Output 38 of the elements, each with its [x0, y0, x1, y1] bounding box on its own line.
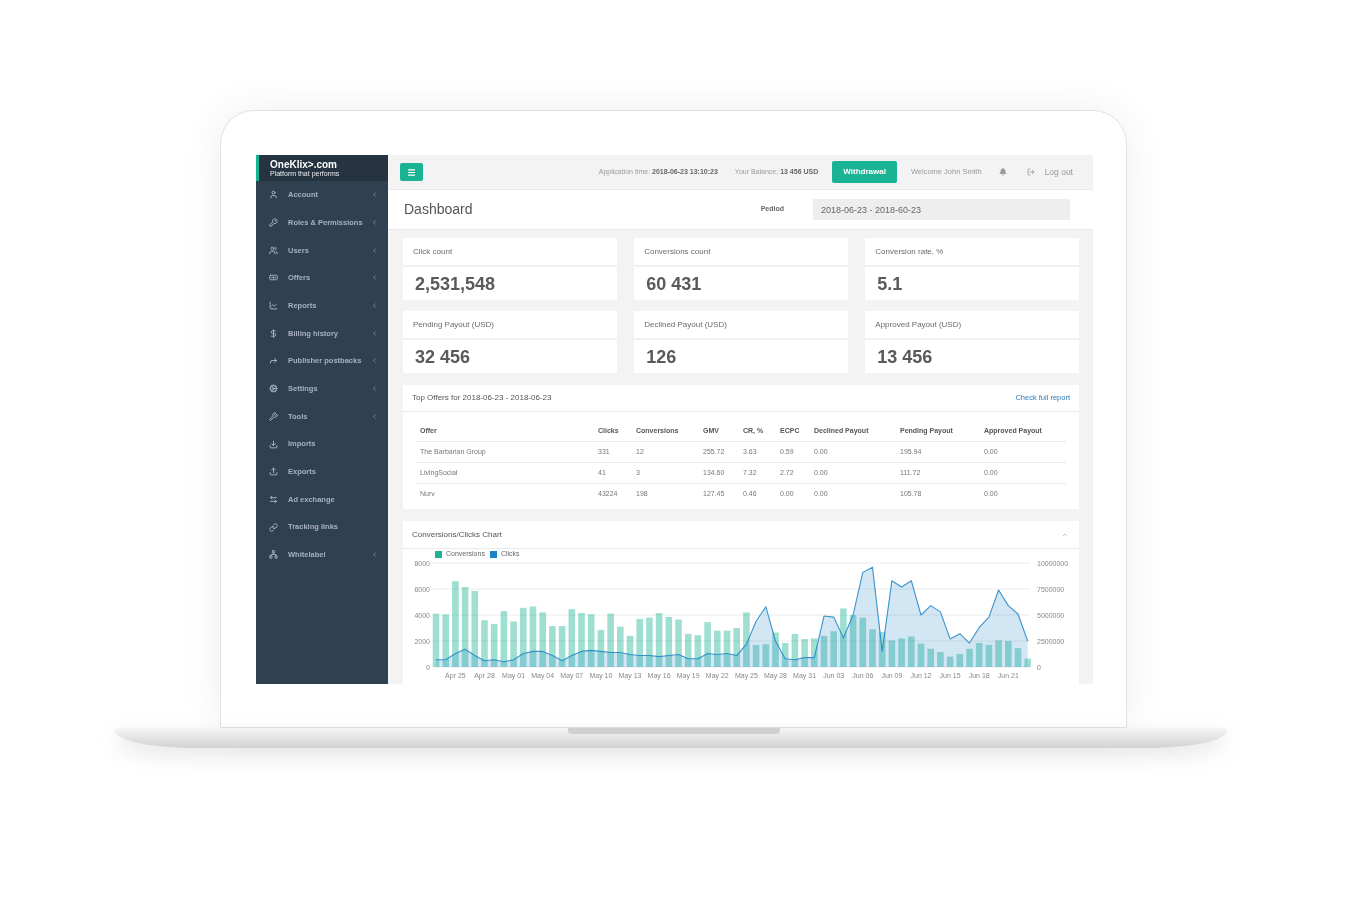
stat-label: Declined Payout (USD)	[644, 318, 727, 331]
wrench-icon	[269, 411, 278, 421]
upload-icon	[269, 467, 278, 477]
person-icon	[269, 190, 278, 200]
stat-value: 2,531,548	[415, 273, 496, 294]
download-icon	[269, 439, 278, 449]
withdrawal-button[interactable]: Withdrawal	[832, 161, 897, 183]
link-icon	[269, 522, 278, 532]
bell-icon[interactable]	[998, 168, 1007, 176]
stat-value: 5.1	[877, 273, 903, 294]
logout-link[interactable]: Log out	[1026, 165, 1073, 179]
key-icon	[269, 218, 278, 228]
chart-bar	[432, 613, 440, 667]
gear-icon	[269, 384, 278, 394]
panel-title: Conversions/Clicks Chart	[412, 528, 502, 541]
page-title: Dashboard	[404, 200, 473, 219]
dollar-icon	[269, 328, 278, 338]
date-range-field[interactable]: 2018-06-23 - 2018-60-23	[813, 199, 1070, 220]
logo-text: OneKlix>.com	[270, 158, 338, 170]
logout-icon	[1026, 168, 1035, 176]
stat-label: Conversions count	[644, 245, 711, 258]
exchange-arrows-icon	[269, 494, 278, 504]
menu-button[interactable]	[400, 163, 423, 181]
stat-value: 32 456	[415, 346, 471, 367]
hierarchy-icon	[269, 550, 278, 560]
people-icon	[269, 245, 278, 255]
panel-title: Top Offers for 2018-06-23 - 2018-06-23	[412, 392, 552, 404]
stat-value: 60 431	[646, 273, 702, 294]
stat-label: Click count	[413, 245, 453, 258]
menu-icon	[407, 167, 416, 177]
stat-label: Pending Payout (USD)	[413, 318, 494, 331]
stat-value: 126	[646, 346, 677, 367]
stat-label: Approved Payout (USD)	[875, 318, 962, 331]
banknote-icon	[269, 273, 278, 283]
forward-arrow-icon	[269, 356, 278, 366]
stat-value: 13 456	[877, 346, 933, 367]
stat-label: Conversion rate, %	[875, 245, 944, 258]
line-chart-icon	[269, 301, 278, 311]
